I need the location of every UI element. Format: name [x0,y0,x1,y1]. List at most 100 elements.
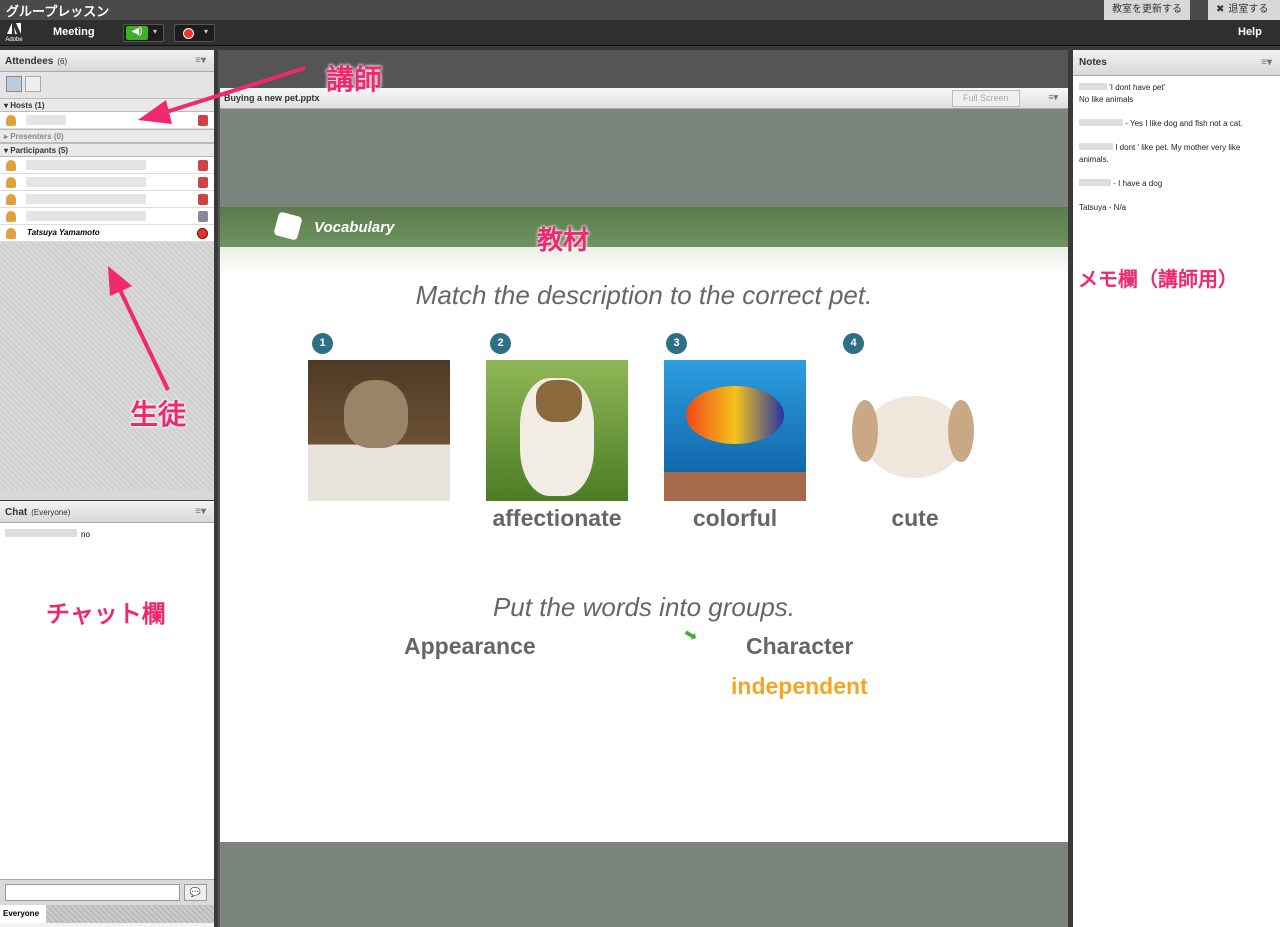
chevron-down-icon: ▾ [153,27,158,36]
annotation-memo: メモ欄（講師用） [1078,269,1238,291]
fish-image [664,360,806,501]
attendee-row[interactable] [0,174,214,191]
menu-meeting[interactable]: Meeting [53,26,95,38]
leave-room-button[interactable]: ✖ 退室する [1208,0,1280,20]
pod-menu-icon[interactable]: ≡▾ [1048,92,1058,103]
attendee-name-blurred [26,194,146,204]
word-cute[interactable]: cute [844,505,986,532]
chat-tab-everyone[interactable]: Everyone [0,905,46,923]
menu-help[interactable]: Help [1238,26,1262,38]
status-control[interactable]: ▾ [174,24,215,42]
chat-message: no [81,530,90,539]
status-icon [197,228,208,239]
participants-group[interactable]: ▾ Participants (5) [0,143,214,157]
note-author-blurred [1079,143,1113,150]
attendee-row[interactable] [0,191,214,208]
note-author-blurred [1079,83,1107,90]
window-titlebar: グループレッスン 教室を更新する ✖ 退室する [0,0,1280,20]
number-badge: 2 [490,333,511,354]
attendee-name-blurred [26,160,146,170]
chat-sender-blurred [5,529,77,537]
note-author-blurred [1079,179,1111,186]
word-colorful[interactable]: colorful [664,505,806,532]
status-icon [198,194,208,205]
hosts-label: Hosts (1) [10,101,45,110]
attendee-name: Tatsuya Yamamoto [27,228,100,237]
note-line: No like animals [1079,95,1134,104]
number-badge: 4 [843,333,864,354]
update-room-button[interactable]: 教室を更新する [1104,0,1190,20]
user-icon [6,160,16,171]
note-text: I dont ' like pet. My mother very like [1115,143,1241,152]
chat-scope: (Everyone) [31,508,71,517]
word-affectionate[interactable]: affectionate [476,505,638,532]
number-badge: 1 [312,333,333,354]
attendee-name-blurred [26,115,66,125]
group-appearance: Appearance [404,633,536,659]
attendee-row[interactable]: Tatsuya Yamamoto [0,225,214,242]
slide-header-band: Vocabulary [220,207,1068,247]
annotation-material: 教材 [537,225,590,255]
send-button[interactable]: 💬 [184,884,207,901]
cat-image [308,360,450,501]
status-icon [198,177,208,188]
pod-menu-icon[interactable]: ≡▾ [195,506,206,517]
note-line: Tatsuya - N/a [1079,203,1127,212]
note-line: I dont ' like pet. My mother very like [1073,142,1280,154]
participants-label: Participants (5) [10,146,69,155]
list-view-icon[interactable] [6,76,22,92]
notes-content[interactable]: 'I dont have pet' No like animals - Yes … [1073,76,1280,214]
chat-pod: Chat (Everyone) ≡▾ no 💬 Everyone [0,501,214,927]
hosts-group[interactable]: ▾ Hosts (1) [0,98,214,112]
note-line: 'I dont have pet' [1073,82,1280,94]
pod-menu-icon[interactable]: ≡▾ [1261,57,1272,68]
fullscreen-button[interactable]: Full Screen [952,90,1020,107]
chat-input[interactable] [5,884,180,901]
contact-view-icon[interactable] [25,76,41,92]
chat-header: Chat (Everyone) ≡▾ [0,501,214,523]
number-badge: 3 [666,333,687,354]
leave-room-label: 退室する [1228,4,1269,15]
speaker-icon: ◀) [126,26,148,40]
share-filename: Buying a new pet.pptx [224,93,320,103]
slide-header: Vocabulary [314,219,395,236]
annotation-chat: チャット欄 [46,601,166,628]
pod-menu-icon[interactable]: ≡▾ [195,55,206,66]
adobe-logo-icon: Adobe [4,23,24,43]
status-icon [198,115,208,126]
note-line: - Yes I like dog and fish not a cat. [1073,118,1280,130]
dog-image [486,360,628,501]
status-icon [198,160,208,171]
attendee-row[interactable] [0,112,214,129]
status-icon [183,28,194,39]
attendees-empty-area [0,242,214,490]
chat-title: Chat [5,507,28,518]
chevron-down-icon: ▾ [204,27,209,36]
annotation-students: 生徒 [130,399,187,430]
presenters-group[interactable]: ▸ Presenters (0) [0,129,214,143]
adobe-label: Adobe [5,37,23,43]
presenters-label: Presenters (0) [10,132,64,141]
slide-header-fade [220,247,1068,277]
attendee-name-blurred [26,177,146,187]
note-text: - Yes I like dog and fish not a cat. [1125,119,1243,128]
user-icon [6,194,16,205]
annotation-teacher: 講師 [326,64,383,95]
attendee-row[interactable] [0,208,214,225]
notes-header: Notes ≡▾ [1073,50,1280,76]
speaker-control[interactable]: ◀) ▾ [123,24,164,42]
attendees-header: Attendees (6) ≡▾ [0,50,214,72]
attendees-count: (6) [57,57,68,66]
user-icon [6,115,16,126]
chat-tabs: Everyone [0,905,214,923]
attendee-row[interactable] [0,157,214,174]
notes-pod: Notes ≡▾ 'I dont have pet' No like anima… [1073,50,1280,927]
attendee-name-blurred [26,211,146,221]
user-icon [6,228,16,239]
word-independent[interactable]: independent [731,673,868,700]
window-title: グループレッスン [6,4,110,19]
user-icon [6,177,16,188]
microphone-icon [198,211,208,222]
note-line: animals. [1079,155,1109,164]
note-line: - I have a dog [1073,178,1280,190]
